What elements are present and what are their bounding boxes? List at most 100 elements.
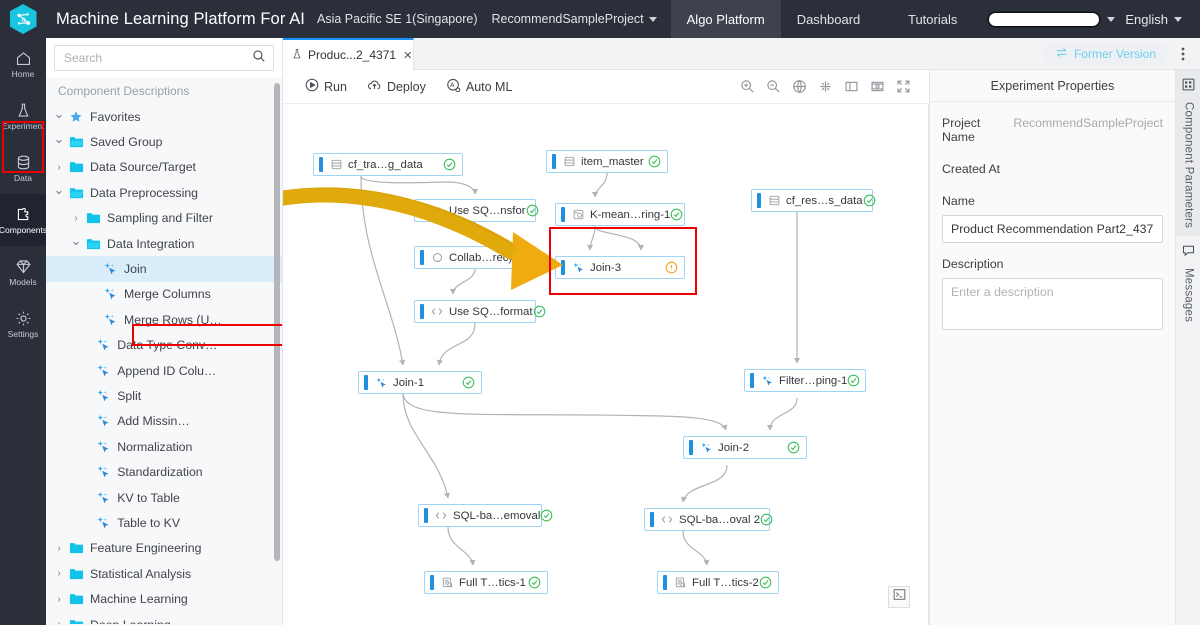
folder-icon (66, 567, 86, 581)
node-accent-bar (420, 304, 424, 319)
canvas-node-collab[interactable]: Collab…rec)-1 (414, 246, 536, 269)
globe-icon[interactable] (792, 79, 807, 94)
deploy-button[interactable]: Deploy (357, 78, 436, 95)
sidebar-item-components[interactable]: Components (0, 194, 47, 246)
auto-ml-button[interactable]: A Auto ML (436, 78, 523, 96)
tree-item-statistical-analysis[interactable]: › Statistical Analysis (46, 561, 282, 586)
tree-item-standardization[interactable]: Standardization (46, 459, 282, 484)
node-label: item_master (581, 155, 644, 168)
chevron-right-icon[interactable]: › (52, 568, 66, 579)
canvas-node-use_sql_2[interactable]: Use SQ…format (414, 300, 545, 323)
chevron-right-icon[interactable]: › (52, 619, 66, 624)
tree-item-data-integration[interactable]: ⌄ Data Integration (46, 231, 282, 256)
description-field[interactable] (942, 278, 1163, 330)
canvas-node-fullt2[interactable]: Full T…tics-2 (657, 571, 779, 594)
sidebar-item-data[interactable]: Data (0, 142, 46, 194)
component-tree-scroll[interactable]: Component Descriptions ⌄ Favorites ⌄ Saved … (46, 77, 282, 624)
app-logo[interactable]: a (0, 0, 46, 38)
sidebar-item-settings[interactable]: Settings (0, 298, 46, 350)
tree-item-append-id-colu[interactable]: Append ID Colu… (46, 358, 282, 383)
fullscreen-icon[interactable] (896, 79, 911, 94)
tree-item-label: Split (117, 388, 142, 403)
layout-icon[interactable] (844, 79, 859, 94)
fit-screen-icon[interactable] (818, 79, 833, 94)
former-version-button[interactable]: Former Version (1042, 43, 1168, 65)
search-icon[interactable] (252, 49, 266, 68)
tree-item-table-to-kv[interactable]: Table to KV (46, 510, 282, 535)
nav-tab-tutorials[interactable]: Tutorials (892, 0, 973, 38)
canvas-node-cf_train[interactable]: cf_tra…g_data (313, 153, 463, 176)
tree-item-data-source-target[interactable]: › Data Source/Target (46, 155, 282, 180)
chevron-right-icon[interactable]: › (52, 543, 66, 554)
close-icon[interactable]: ✕ (401, 49, 414, 62)
search-input[interactable] (62, 50, 252, 66)
terminal-button[interactable] (888, 586, 910, 608)
sidebar-label-experiment: Experiment (1, 120, 45, 131)
tree-item-split[interactable]: Split (46, 383, 282, 408)
canvas-node-kmeans[interactable]: K-mean…ring-1 (555, 203, 685, 226)
more-vertical-icon[interactable] (1174, 43, 1192, 65)
component-icon (100, 313, 120, 327)
snapshot-icon[interactable] (870, 79, 885, 94)
chevron-down-icon[interactable]: ⌄ (52, 132, 66, 145)
tree-item-data-preprocessing[interactable]: ⌄ Data Preprocessing (46, 180, 282, 205)
chevron-right-icon[interactable]: › (69, 213, 83, 224)
search-box[interactable] (54, 45, 274, 71)
tree-item-join[interactable]: Join (46, 256, 282, 282)
chevron-right-icon[interactable]: › (52, 162, 66, 173)
canvas-node-join1[interactable]: Join-1 (358, 371, 482, 394)
tree-item-sampling-and-filter[interactable]: › Sampling and Filter (46, 206, 282, 231)
sidebar-item-models[interactable]: Models (0, 246, 46, 298)
tree-item-deep-learning[interactable]: › Deep Learning (46, 612, 282, 624)
tab-messages[interactable]: Messages (1176, 236, 1200, 330)
tree-item-favorites[interactable]: ⌄ Favorites (46, 104, 282, 129)
status-warning-icon (665, 261, 678, 274)
region-label: Asia Pacific SE 1(Singapore) (316, 12, 478, 26)
canvas-node-sqlrem2[interactable]: SQL-ba…oval 2 (644, 508, 773, 531)
name-field[interactable] (942, 215, 1163, 243)
created-at-row: Created At (942, 162, 1163, 176)
canvas-node-fullt1[interactable]: Full T…tics-1 (424, 571, 548, 594)
tree-item-machine-learning[interactable]: › Machine Learning (46, 586, 282, 611)
sidebar-item-experiment[interactable]: Experiment (0, 90, 46, 142)
canvas-node-cf_result[interactable]: cf_res…s_data (751, 189, 875, 212)
right-vertical-tabs: Component Parameters Messages (1175, 70, 1200, 625)
folder-icon (66, 541, 86, 555)
tree-item-feature-engineering[interactable]: › Feature Engineering (46, 536, 282, 561)
canvas-node-item_master[interactable]: item_master (546, 150, 668, 173)
tree-item-normalization[interactable]: Normalization (46, 434, 282, 459)
canvas-node-filter[interactable]: Filter…ping-1 (744, 369, 866, 392)
canvas-node-join2[interactable]: Join-2 (683, 436, 807, 459)
nav-tab-dashboard[interactable]: Dashboard (781, 0, 877, 38)
canvas-toolbar: Run Deploy A Auto ML (283, 70, 929, 104)
nav-tab-algo-platform[interactable]: Algo Platform (670, 0, 781, 38)
canvas-node-use_sql_1[interactable]: Use SQ…nsfor (414, 199, 538, 222)
tree-item-merge-columns[interactable]: Merge Columns (46, 282, 282, 307)
tree-item-saved-group[interactable]: ⌄ Saved Group (46, 129, 282, 154)
tab-experiment[interactable]: Produc...2_4371 ✕ (283, 38, 414, 70)
project-name-label: Project Name (942, 116, 981, 144)
user-account-menu[interactable] (973, 12, 1125, 26)
component-tree-panel: Component Descriptions ⌄ Favorites ⌄ Saved … (46, 38, 283, 625)
zoom-in-icon[interactable] (740, 79, 755, 94)
tree-item-kv-to-table[interactable]: KV to Table (46, 485, 282, 510)
chevron-down-icon[interactable]: ⌄ (52, 107, 66, 120)
tree-item-merge-rows-u[interactable]: Merge Rows (U… (46, 307, 282, 332)
tree-item-add-missin[interactable]: Add Missin… (46, 409, 282, 434)
chevron-right-icon[interactable]: › (52, 594, 66, 605)
zoom-out-icon[interactable] (766, 79, 781, 94)
project-selector[interactable]: RecommendSampleProject (491, 12, 657, 26)
language-selector[interactable]: English (1125, 12, 1200, 27)
sidebar-item-home[interactable]: Home (0, 38, 46, 90)
run-button[interactable]: Run (295, 78, 357, 95)
tree-item-data-type-conv[interactable]: Data Type Conv… (46, 333, 282, 358)
tab-component-parameters[interactable]: Component Parameters (1176, 70, 1200, 237)
tree-scrollbar[interactable] (274, 83, 280, 561)
join-icon (374, 377, 388, 389)
experiment-canvas[interactable]: cf_tra…g_data item_master Use SQ…nsfor K-me… (283, 104, 929, 625)
chevron-down-icon[interactable]: ⌄ (52, 183, 66, 196)
canvas-node-join3[interactable]: Join-3 (555, 256, 685, 279)
sidebar-label-settings: Settings (7, 328, 39, 339)
chevron-down-icon[interactable]: ⌄ (69, 234, 83, 247)
canvas-node-sqlrem1[interactable]: SQL-ba…emoval (418, 504, 553, 527)
